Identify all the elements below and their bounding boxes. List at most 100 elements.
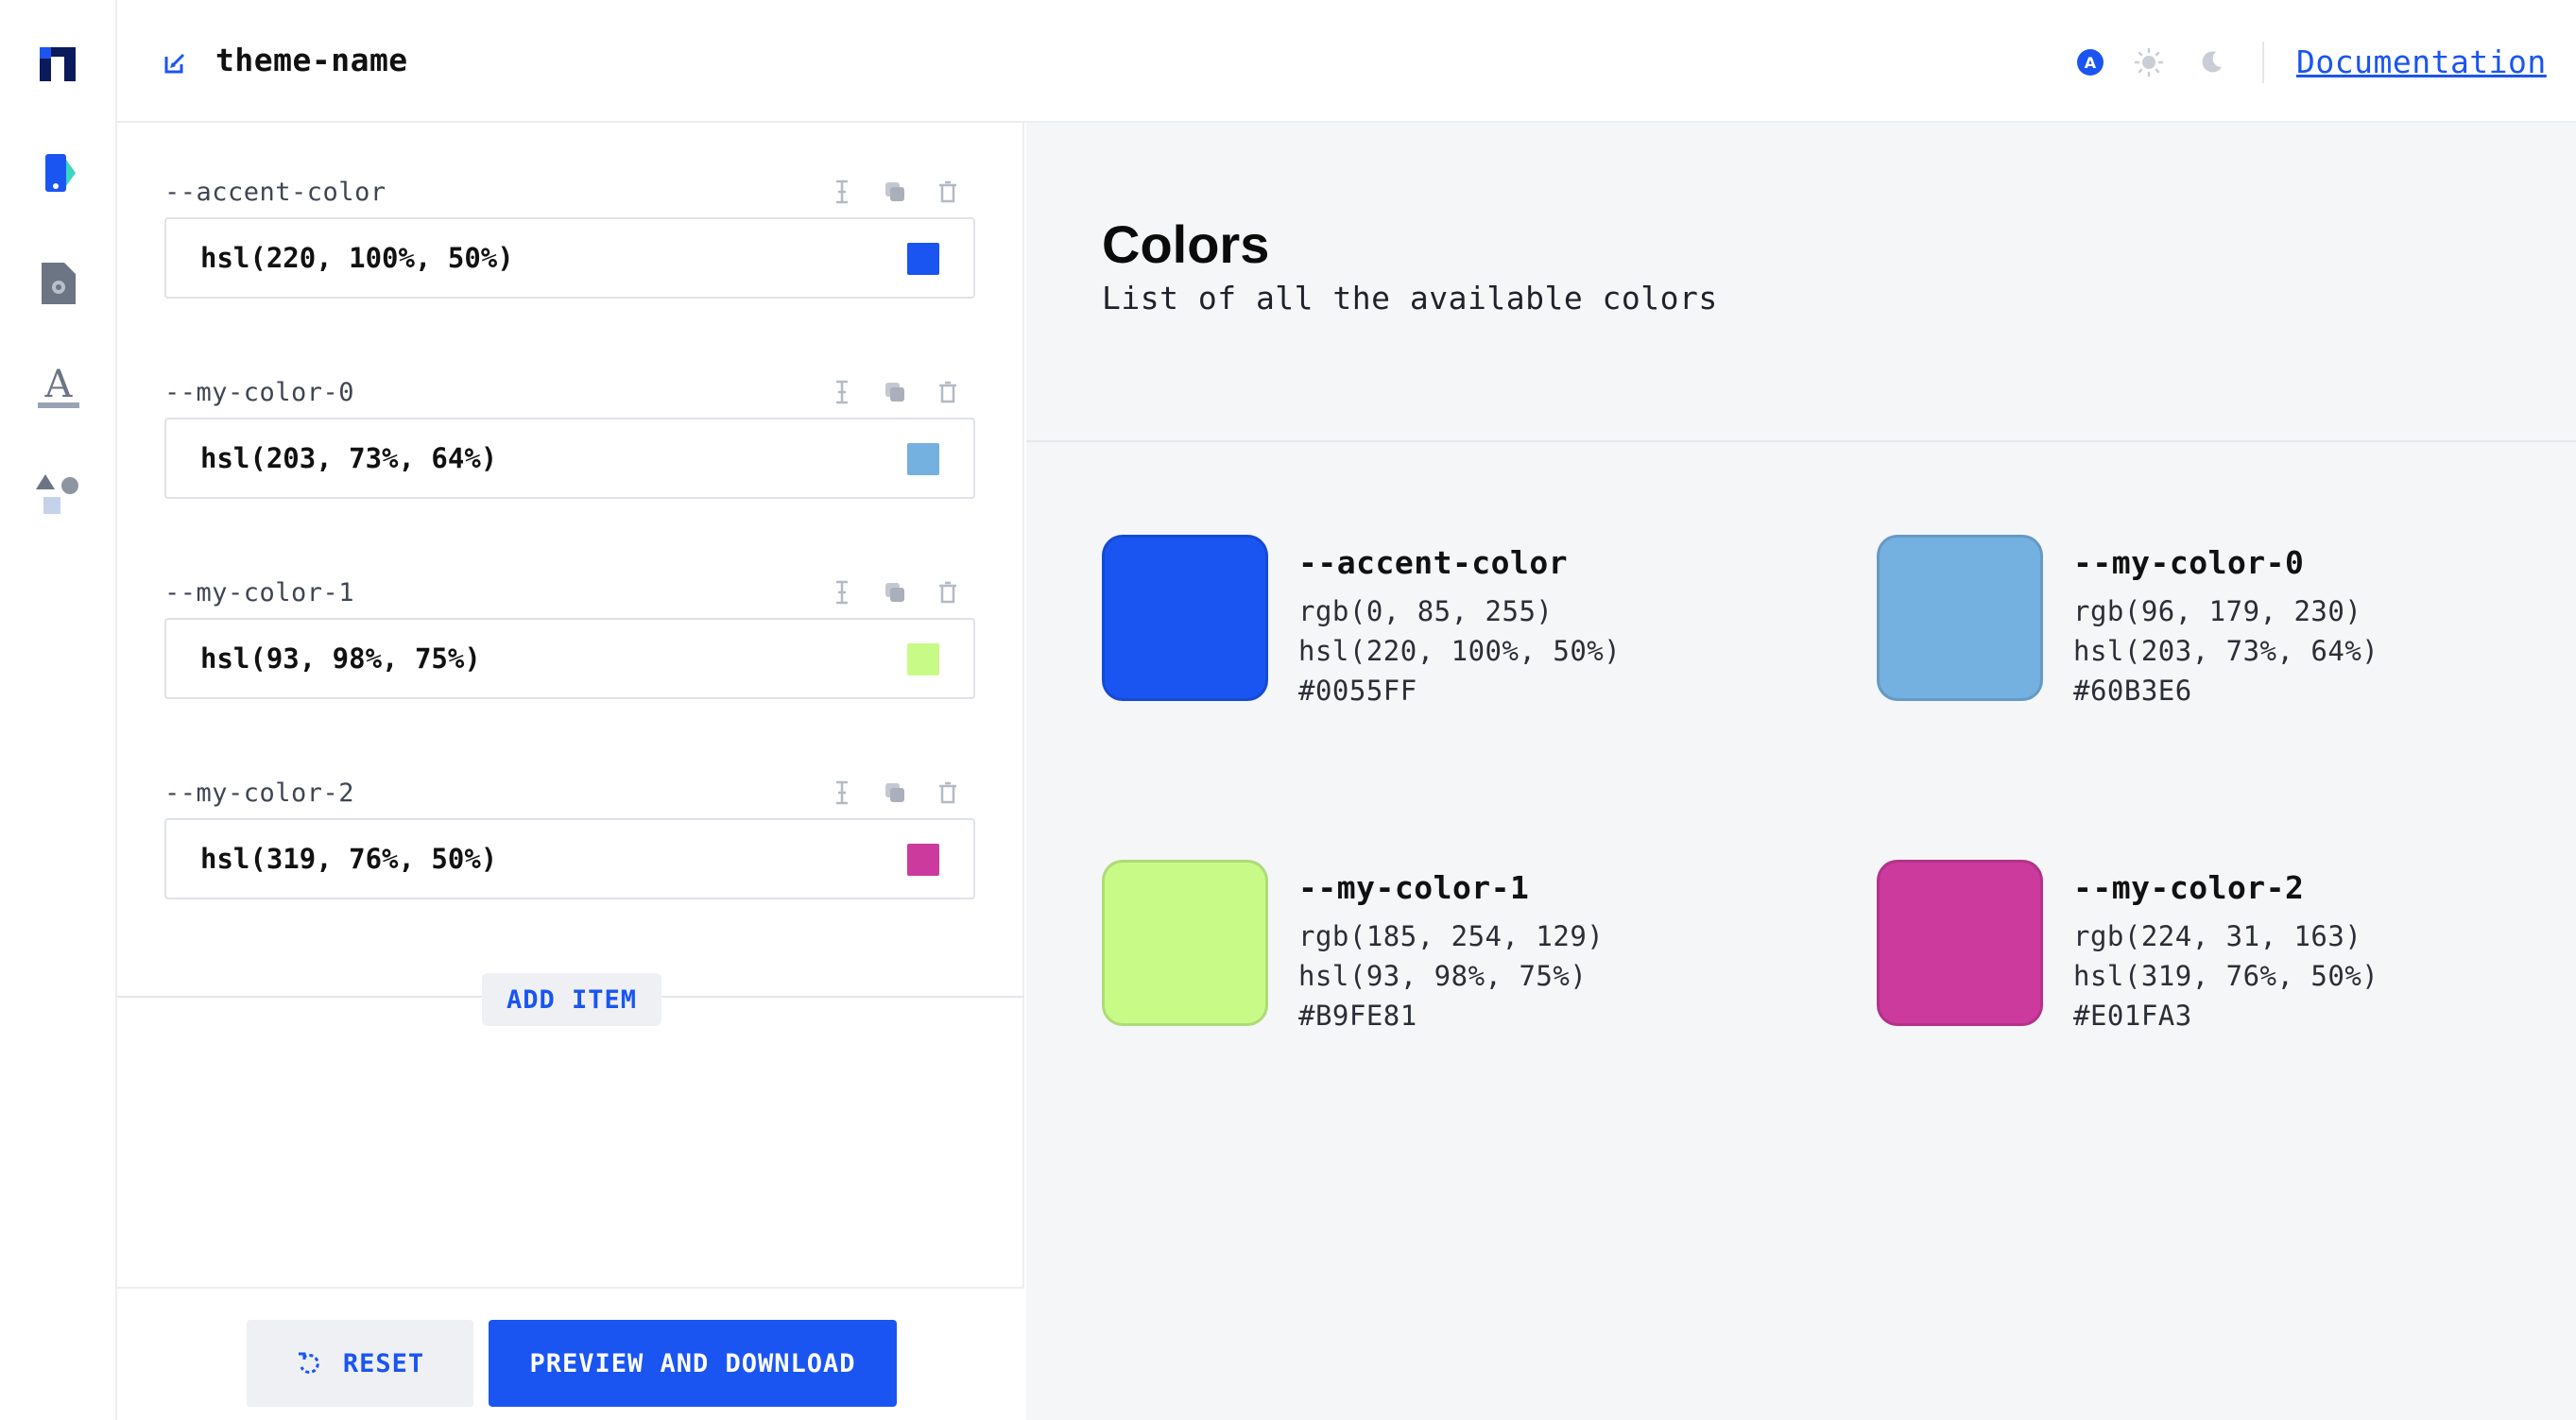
top-header: theme-name A Documentation (117, 0, 2576, 123)
sun-icon (2134, 47, 2164, 77)
color-hsl: hsl(203, 73%, 64%) (2073, 635, 2379, 667)
variable-actions (828, 778, 962, 807)
color-swatch-button[interactable] (907, 844, 939, 876)
color-hsl: hsl(319, 76%, 50%) (2073, 960, 2379, 992)
variable-name-label: --accent-color (164, 178, 386, 207)
mode-auto-button[interactable]: A (2075, 47, 2105, 77)
trash-icon (939, 381, 956, 403)
copy-icon (885, 383, 904, 402)
color-value-input[interactable]: hsl(319, 76%, 50%) (164, 818, 975, 899)
color-card: --my-color-1 rgb(185, 254, 129) hsl(93, … (1102, 860, 1820, 1032)
color-name: --my-color-2 (2073, 869, 2305, 906)
color-hex: #B9FE81 (1298, 1000, 1417, 1032)
delete-button[interactable] (934, 378, 962, 406)
copy-icon (885, 783, 904, 802)
resize-button[interactable] (828, 578, 856, 607)
app-logo-icon[interactable] (38, 43, 79, 85)
color-hex: #0055FF (1298, 675, 1417, 707)
copy-icon (885, 583, 904, 602)
palette-icon (45, 154, 76, 192)
color-rgb: rgb(185, 254, 129) (1298, 920, 1605, 952)
documentation-link[interactable]: Documentation (2296, 43, 2547, 80)
color-rgb: rgb(96, 179, 230) (2073, 595, 2362, 627)
shapes-icon (36, 474, 78, 514)
trash-icon (939, 781, 956, 804)
color-value-text: hsl(203, 73%, 64%) (200, 442, 498, 474)
preview-divider (1026, 440, 2576, 442)
theme-name-title[interactable]: theme-name (215, 42, 408, 78)
text-cursor-icon (836, 180, 848, 204)
color-swatch-button[interactable] (907, 643, 939, 676)
duplicate-button[interactable] (881, 378, 909, 406)
color-hex: #E01FA3 (2073, 1000, 2192, 1032)
resize-button[interactable] (828, 378, 856, 406)
duplicate-button[interactable] (881, 778, 909, 807)
color-value-text: hsl(220, 100%, 50%) (200, 242, 514, 274)
delete-button[interactable] (934, 178, 962, 206)
resize-button[interactable] (828, 178, 856, 206)
variable-name-label: --my-color-2 (164, 778, 355, 808)
auto-mode-icon: A (2077, 49, 2104, 76)
typography-icon: A (38, 363, 79, 408)
duplicate-button[interactable] (881, 178, 909, 206)
color-swatch-button[interactable] (907, 443, 939, 475)
mode-light-button[interactable] (2134, 47, 2164, 77)
delete-button[interactable] (934, 578, 962, 607)
color-chip (1102, 535, 1268, 701)
add-item-button[interactable]: ADD ITEM (482, 973, 661, 1026)
color-chip (1102, 860, 1268, 1026)
color-value-text: hsl(319, 76%, 50%) (200, 843, 498, 875)
color-name: --my-color-0 (2073, 544, 2305, 581)
text-cursor-icon (836, 380, 848, 404)
svg-text:A: A (44, 363, 74, 406)
color-hex: #60B3E6 (2073, 675, 2192, 707)
preview-download-button[interactable]: PREVIEW AND DOWNLOAD (489, 1320, 897, 1407)
color-hsl: hsl(220, 100%, 50%) (1298, 635, 1622, 667)
color-name: --my-color-1 (1298, 869, 1530, 906)
delete-button[interactable] (934, 778, 962, 807)
color-value-input[interactable]: hsl(203, 73%, 64%) (164, 418, 975, 499)
settings-file-icon (42, 263, 76, 304)
sidebar-item-typography[interactable]: A (30, 359, 87, 416)
color-hsl: hsl(93, 98%, 75%) (1298, 960, 1588, 992)
svg-text:A: A (2085, 54, 2097, 72)
color-rgb: rgb(224, 31, 163) (2073, 920, 2362, 952)
sidebar-item-colors[interactable] (30, 147, 87, 204)
color-name: --accent-color (1298, 544, 1569, 581)
copy-icon (885, 182, 904, 201)
sidebar-rail: A (0, 0, 117, 1420)
color-chip (1877, 860, 2043, 1026)
edit-icon[interactable] (163, 51, 187, 76)
reset-label: RESET (342, 1348, 425, 1378)
variable-name-label: --my-color-1 (164, 578, 355, 607)
color-card: --my-color-0 rgb(96, 179, 230) hsl(203, … (1877, 535, 2576, 707)
sidebar-item-shapes[interactable] (30, 467, 87, 523)
text-cursor-icon (836, 780, 848, 805)
color-value-input[interactable]: hsl(93, 98%, 75%) (164, 618, 975, 699)
resize-button[interactable] (828, 778, 856, 807)
color-chip (1877, 535, 2043, 701)
color-swatch-button[interactable] (907, 243, 939, 275)
trash-icon (939, 180, 956, 203)
variable-name-label: --my-color-0 (164, 378, 355, 407)
editor-panel: --accent-color hsl(220, 100%, 50%) --my-… (117, 123, 1024, 1420)
duplicate-button[interactable] (881, 578, 909, 607)
page-title: Colors (1102, 214, 1270, 274)
color-value-text: hsl(93, 98%, 75%) (200, 642, 481, 675)
color-card: --my-color-2 rgb(224, 31, 163) hsl(319, … (1877, 860, 2576, 1032)
sidebar-item-settings[interactable] (30, 255, 87, 312)
trash-icon (939, 581, 956, 604)
color-value-input[interactable]: hsl(220, 100%, 50%) (164, 217, 975, 299)
undo-icon (298, 1352, 319, 1374)
color-rgb: rgb(0, 85, 255) (1298, 595, 1554, 627)
color-card: --accent-color rgb(0, 85, 255) hsl(220, … (1102, 535, 1820, 707)
reset-button[interactable]: RESET (247, 1320, 473, 1407)
variable-actions (828, 578, 962, 607)
preview-panel: Colors List of all the available colors … (1026, 123, 2576, 1420)
text-cursor-icon (836, 580, 848, 605)
mode-dark-button[interactable] (2196, 47, 2226, 77)
moon-icon (2202, 51, 2222, 73)
header-separator (2262, 42, 2264, 83)
variable-actions (828, 178, 962, 206)
variable-actions (828, 378, 962, 406)
